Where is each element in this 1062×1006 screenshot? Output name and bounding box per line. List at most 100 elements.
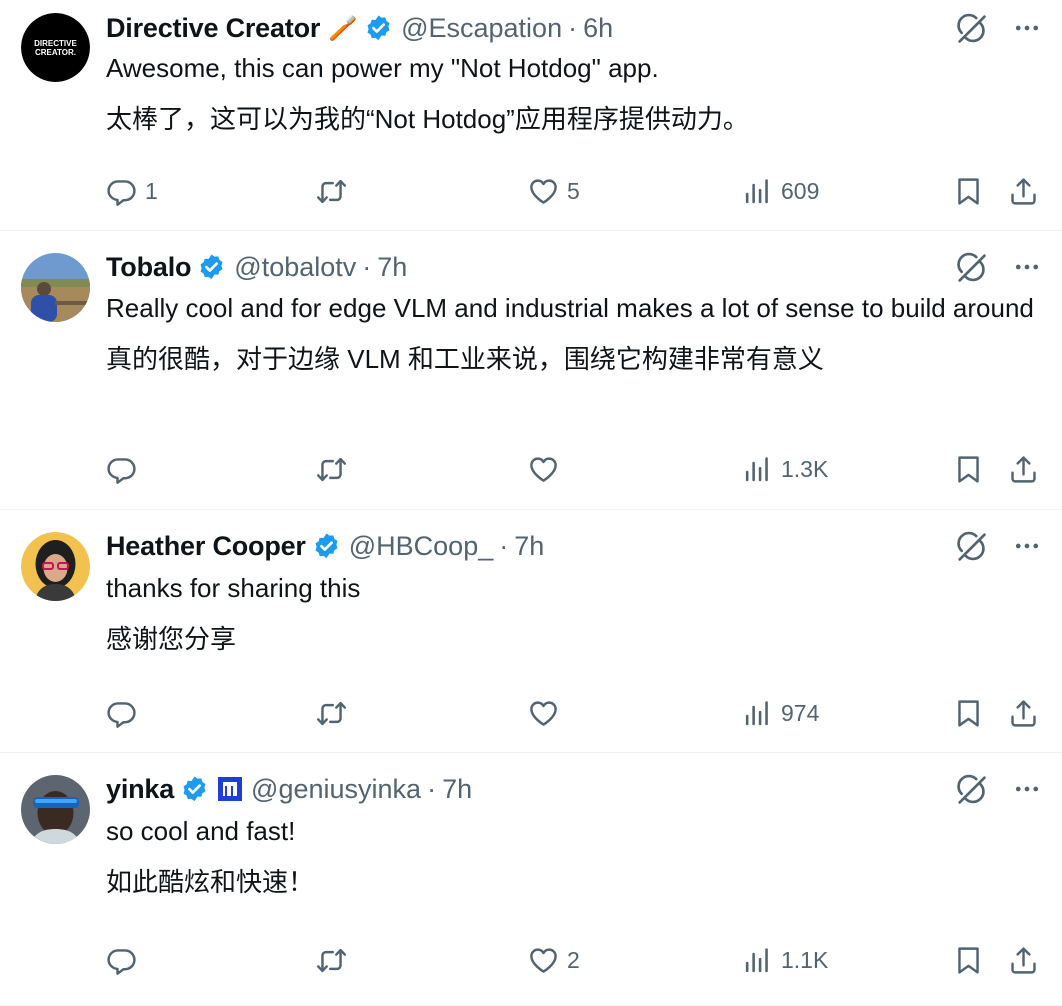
tweet[interactable]: Tobalo @tobalotv · 7h Really cool and fo… — [0, 231, 1062, 510]
display-name[interactable]: Heather Cooper — [106, 531, 306, 562]
like-icon — [528, 454, 559, 485]
tweet[interactable]: Heather Cooper @HBCoop_ · 7h thanks for … — [0, 510, 1062, 753]
toothbrush-emoji: 🪥 — [328, 14, 359, 42]
grok-icon[interactable] — [954, 250, 988, 284]
views-button[interactable]: 974 — [742, 695, 819, 731]
bookmark-icon — [953, 698, 984, 729]
display-name[interactable]: Tobalo — [106, 252, 191, 283]
reply-button[interactable]: 1 — [106, 173, 158, 209]
share-button[interactable] — [1008, 173, 1039, 209]
tweet-text: Really cool and for edge VLM and industr… — [106, 293, 1034, 323]
views-button[interactable]: 1.3K — [742, 451, 828, 487]
retweet-button[interactable] — [316, 942, 355, 978]
tweet[interactable]: yinka @geniusyinka · 7h so cool and fast… — [0, 753, 1062, 1006]
timestamp[interactable]: 6h — [583, 13, 613, 44]
affiliation-badge-icon[interactable] — [217, 776, 243, 802]
timestamp[interactable]: 7h — [377, 252, 407, 283]
share-button[interactable] — [1008, 942, 1039, 978]
view-count: 1.1K — [781, 946, 829, 973]
avatar[interactable] — [21, 775, 90, 844]
tweet-translation: 真的很酷，对于边缘 VLM 和工业来说，围绕它构建非常有意义 — [106, 344, 824, 374]
retweet-button[interactable] — [316, 695, 355, 731]
like-button[interactable] — [528, 451, 567, 487]
like-button[interactable]: 2 — [528, 942, 580, 978]
tweet-text: Awesome, this can power my "Not Hotdog" … — [106, 53, 659, 83]
like-icon — [528, 698, 559, 729]
bookmark-icon — [953, 945, 984, 976]
view-count: 609 — [781, 177, 820, 204]
retweet-button[interactable] — [316, 173, 355, 209]
display-name[interactable]: Directive Creator — [106, 13, 320, 44]
more-icon[interactable] — [1012, 252, 1042, 282]
tweet-header: yinka @geniusyinka · 7h — [106, 771, 1042, 807]
tweet-body: thanks for sharing this 感谢您分享 — [106, 570, 1042, 658]
reply-button[interactable] — [106, 695, 145, 731]
grok-icon[interactable] — [954, 529, 988, 563]
share-button[interactable] — [1008, 695, 1039, 731]
separator: · — [362, 251, 372, 282]
tweet[interactable]: DIRECTIVE CREATOR. Directive Creator 🪥 @… — [0, 0, 1062, 231]
action-bar: 1 5 609 — [106, 173, 1042, 209]
tweet-header: Directive Creator 🪥 @Escapation · 6h — [106, 10, 1042, 46]
timestamp[interactable]: 7h — [514, 531, 544, 562]
retweet-icon — [316, 945, 347, 976]
action-bar: 2 1.1K — [106, 942, 1042, 978]
share-icon — [1008, 454, 1039, 485]
timestamp[interactable]: 7h — [442, 774, 472, 805]
more-icon[interactable] — [1012, 531, 1042, 561]
like-icon — [528, 176, 559, 207]
views-icon — [742, 698, 773, 729]
tweet-translation: 太棒了，这可以为我的“Not Hotdog”应用程序提供动力。 — [106, 104, 749, 134]
like-icon — [528, 945, 559, 976]
reply-feed: DIRECTIVE CREATOR. Directive Creator 🪥 @… — [0, 0, 1062, 1006]
tweet-text: so cool and fast! — [106, 816, 296, 846]
reply-icon — [106, 945, 137, 976]
grok-icon[interactable] — [954, 11, 988, 45]
like-button[interactable]: 5 — [528, 173, 580, 209]
reply-icon — [106, 698, 137, 729]
tweet-header: Heather Cooper @HBCoop_ · 7h — [106, 528, 1042, 564]
handle[interactable]: @tobalotv — [234, 252, 356, 283]
avatar[interactable] — [21, 532, 90, 601]
verified-badge-icon[interactable] — [364, 14, 393, 43]
reply-button[interactable] — [106, 942, 145, 978]
views-button[interactable]: 609 — [742, 173, 819, 209]
views-button[interactable]: 1.1K — [742, 942, 828, 978]
view-count: 1.3K — [781, 455, 829, 482]
avatar[interactable]: DIRECTIVE CREATOR. — [21, 13, 90, 82]
grok-icon[interactable] — [954, 772, 988, 806]
display-name[interactable]: yinka — [106, 774, 174, 805]
reply-button[interactable] — [106, 451, 145, 487]
more-icon[interactable] — [1012, 13, 1042, 43]
tweet-header: Tobalo @tobalotv · 7h — [106, 249, 1042, 285]
handle[interactable]: @Escapation — [401, 13, 562, 44]
bookmark-button[interactable] — [953, 695, 984, 731]
reply-icon — [106, 176, 137, 207]
handle[interactable]: @geniusyinka — [251, 774, 421, 805]
like-button[interactable] — [528, 695, 567, 731]
handle[interactable]: @HBCoop_ — [349, 531, 493, 562]
bookmark-button[interactable] — [953, 173, 984, 209]
more-icon[interactable] — [1012, 774, 1042, 804]
tweet-translation: 感谢您分享 — [106, 624, 237, 654]
reply-count: 1 — [145, 177, 158, 204]
views-icon — [742, 176, 773, 207]
like-count: 2 — [567, 946, 580, 973]
share-icon — [1008, 698, 1039, 729]
view-count: 974 — [781, 699, 820, 726]
retweet-button[interactable] — [316, 451, 355, 487]
bookmark-button[interactable] — [953, 942, 984, 978]
verified-badge-icon[interactable] — [180, 775, 209, 804]
bookmark-icon — [953, 176, 984, 207]
avatar[interactable] — [21, 253, 90, 322]
tweet-body: so cool and fast! 如此酷炫和快速！ — [106, 813, 1042, 901]
separator: · — [427, 773, 437, 804]
tweet-text: thanks for sharing this — [106, 573, 361, 603]
verified-badge-icon[interactable] — [197, 253, 226, 282]
action-bar: 1.3K — [106, 451, 1042, 487]
retweet-icon — [316, 698, 347, 729]
verified-badge-icon[interactable] — [312, 532, 341, 561]
avatar-logo-text: DIRECTIVE — [34, 39, 77, 48]
bookmark-button[interactable] — [953, 451, 984, 487]
share-button[interactable] — [1008, 451, 1039, 487]
